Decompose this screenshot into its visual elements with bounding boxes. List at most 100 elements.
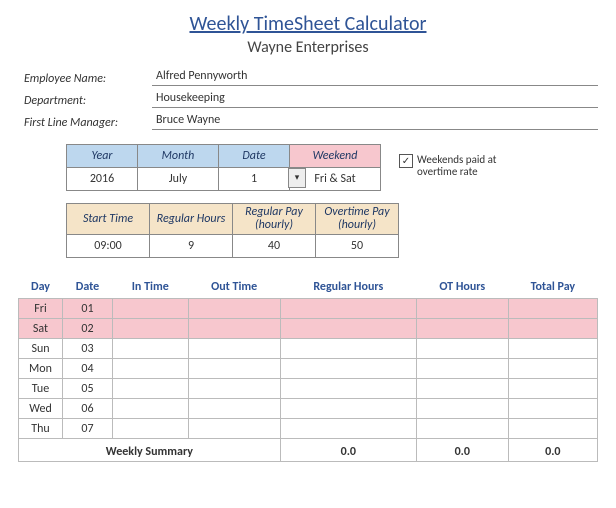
out-cell[interactable] bbox=[188, 299, 280, 319]
month-cell[interactable]: July bbox=[138, 168, 219, 191]
date-cell: 06 bbox=[63, 399, 113, 419]
day-cell: Fri bbox=[19, 299, 63, 319]
summary-ot: 0.0 bbox=[416, 439, 508, 462]
col-day: Day bbox=[19, 276, 63, 299]
out-cell[interactable] bbox=[188, 319, 280, 339]
company-name: Wayne Enterprises bbox=[18, 38, 598, 57]
summary-total: 0.0 bbox=[508, 439, 597, 462]
in-cell[interactable] bbox=[113, 299, 189, 319]
ot-cell bbox=[416, 399, 508, 419]
reg-cell bbox=[280, 299, 416, 319]
chevron-down-icon[interactable]: ▾ bbox=[288, 168, 306, 188]
col-out: Out Time bbox=[188, 276, 280, 299]
ot-cell bbox=[416, 299, 508, 319]
date-cell: 04 bbox=[63, 359, 113, 379]
table-row: Wed06 bbox=[19, 399, 598, 419]
out-cell[interactable] bbox=[188, 339, 280, 359]
ot-cell bbox=[416, 359, 508, 379]
in-cell[interactable] bbox=[113, 419, 189, 439]
col-in: In Time bbox=[113, 276, 189, 299]
in-cell[interactable] bbox=[113, 399, 189, 419]
start-time-cell[interactable]: 09:00 bbox=[67, 235, 150, 258]
in-cell[interactable] bbox=[113, 339, 189, 359]
timesheet-table: Day Date In Time Out Time Regular Hours … bbox=[18, 276, 598, 462]
total-cell bbox=[508, 419, 597, 439]
day-cell: Thu bbox=[19, 419, 63, 439]
col-reg: Regular Hours bbox=[280, 276, 416, 299]
period-table: Year Month Date Weekend 2016 July 1 ▾ Fr… bbox=[66, 144, 381, 191]
col-ot: OT Hours bbox=[416, 276, 508, 299]
ot-cell bbox=[416, 419, 508, 439]
ot-cell bbox=[416, 319, 508, 339]
table-row: Fri01 bbox=[19, 299, 598, 319]
day-cell: Mon bbox=[19, 359, 63, 379]
table-row: Sat02 bbox=[19, 319, 598, 339]
date-cell: 05 bbox=[63, 379, 113, 399]
reg-cell bbox=[280, 339, 416, 359]
table-row: Sun03 bbox=[19, 339, 598, 359]
reg-cell bbox=[280, 379, 416, 399]
col-total: Total Pay bbox=[508, 276, 597, 299]
overtime-option[interactable]: ✓ Weekends paid at overtime rate bbox=[399, 154, 517, 178]
year-cell[interactable]: 2016 bbox=[67, 168, 138, 191]
reg-cell bbox=[280, 319, 416, 339]
reg-cell bbox=[280, 419, 416, 439]
day-cell: Sun bbox=[19, 339, 63, 359]
month-header: Month bbox=[138, 145, 219, 168]
total-cell bbox=[508, 359, 597, 379]
out-cell[interactable] bbox=[188, 359, 280, 379]
table-row: Thu07 bbox=[19, 419, 598, 439]
out-cell[interactable] bbox=[188, 399, 280, 419]
start-time-header: Start Time bbox=[67, 204, 150, 235]
total-cell bbox=[508, 319, 597, 339]
summary-label: Weekly Summary bbox=[19, 439, 281, 462]
date-cell: 07 bbox=[63, 419, 113, 439]
col-date: Date bbox=[63, 276, 113, 299]
in-cell[interactable] bbox=[113, 319, 189, 339]
ot-pay-cell[interactable]: 50 bbox=[316, 235, 399, 258]
employee-name-label: Employee Name: bbox=[24, 72, 152, 86]
employee-info: Employee Name: Alfred Pennyworth Departm… bbox=[24, 67, 598, 130]
overtime-option-label: Weekends paid at overtime rate bbox=[417, 154, 517, 178]
out-cell[interactable] bbox=[188, 379, 280, 399]
page-title: Weekly TimeSheet Calculator bbox=[18, 12, 598, 36]
department-label: Department: bbox=[24, 94, 152, 108]
reg-hours-cell[interactable]: 9 bbox=[150, 235, 233, 258]
total-cell bbox=[508, 339, 597, 359]
total-cell bbox=[508, 299, 597, 319]
weekend-header: Weekend bbox=[290, 145, 381, 168]
date-header: Date bbox=[219, 145, 290, 168]
reg-cell bbox=[280, 359, 416, 379]
table-row: Mon04 bbox=[19, 359, 598, 379]
ot-cell bbox=[416, 379, 508, 399]
date-cell: 01 bbox=[63, 299, 113, 319]
out-cell[interactable] bbox=[188, 419, 280, 439]
table-row: Tue05 bbox=[19, 379, 598, 399]
total-cell bbox=[508, 399, 597, 419]
pay-table: Start Time Regular Hours Regular Pay (ho… bbox=[66, 203, 399, 258]
in-cell[interactable] bbox=[113, 379, 189, 399]
day-cell: Sat bbox=[19, 319, 63, 339]
date-cell[interactable]: 1 ▾ bbox=[219, 168, 290, 191]
ot-cell bbox=[416, 339, 508, 359]
manager-field[interactable]: Bruce Wayne bbox=[152, 111, 598, 130]
ot-pay-header: Overtime Pay (hourly) bbox=[316, 204, 399, 235]
summary-row: Weekly Summary 0.0 0.0 0.0 bbox=[19, 439, 598, 462]
in-cell[interactable] bbox=[113, 359, 189, 379]
summary-reg: 0.0 bbox=[280, 439, 416, 462]
employee-name-field[interactable]: Alfred Pennyworth bbox=[152, 67, 598, 86]
date-cell: 03 bbox=[63, 339, 113, 359]
checkbox-icon[interactable]: ✓ bbox=[399, 154, 413, 168]
reg-hours-header: Regular Hours bbox=[150, 204, 233, 235]
day-cell: Wed bbox=[19, 399, 63, 419]
reg-pay-cell[interactable]: 40 bbox=[233, 235, 316, 258]
reg-pay-header: Regular Pay (hourly) bbox=[233, 204, 316, 235]
total-cell bbox=[508, 379, 597, 399]
manager-label: First Line Manager: bbox=[24, 116, 152, 130]
date-value: 1 bbox=[251, 172, 257, 186]
year-header: Year bbox=[67, 145, 138, 168]
reg-cell bbox=[280, 399, 416, 419]
department-field[interactable]: Housekeeping bbox=[152, 89, 598, 108]
day-cell: Tue bbox=[19, 379, 63, 399]
date-cell: 02 bbox=[63, 319, 113, 339]
